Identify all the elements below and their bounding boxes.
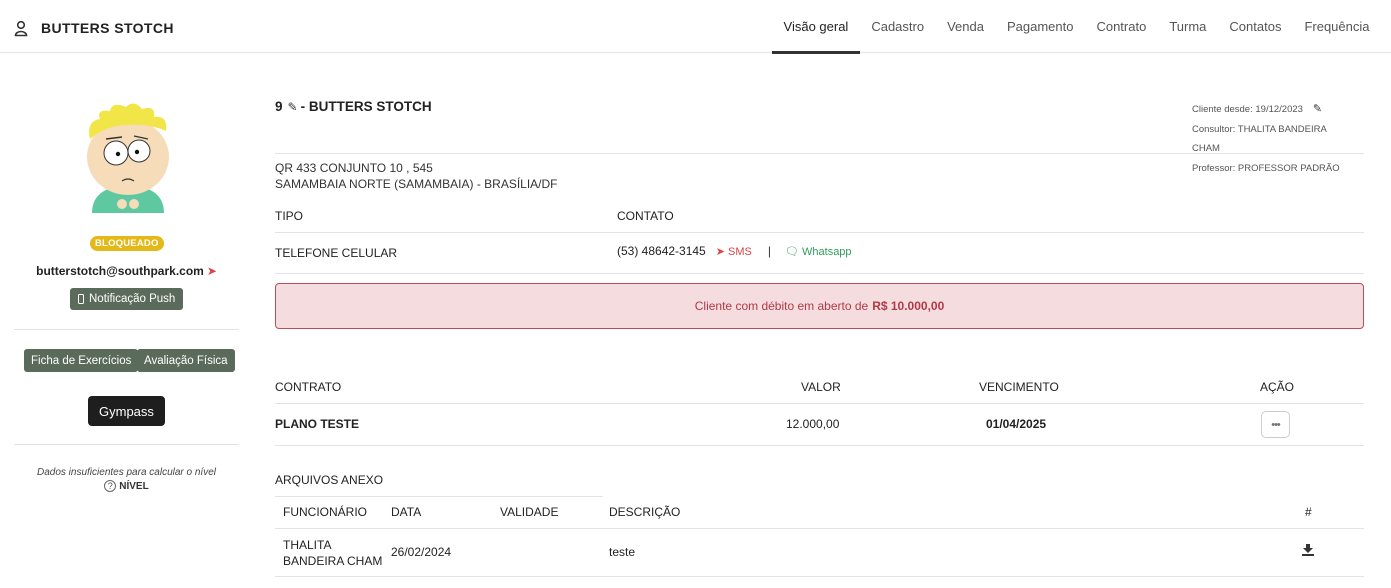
contact-header-type: TIPO [275, 209, 304, 223]
contact-type: TELEFONE CELULAR [275, 246, 398, 260]
attachment-header-hash: # [1305, 505, 1312, 519]
debt-alert: Cliente com débito em aberto de R$ 10.00… [275, 283, 1364, 329]
action-header: AÇÃO [1260, 380, 1295, 394]
address-line-1: QR 433 CONJUNTO 10 , 545 [275, 161, 433, 175]
whatsapp-label: Whatsapp [802, 245, 852, 258]
tab-contrato[interactable]: Contrato [1085, 0, 1158, 53]
contract-header: CONTRATO [275, 380, 342, 394]
divider [275, 496, 603, 497]
attachment-header-validity: VALIDADE [500, 505, 559, 519]
client-title: 9 ✎ - BUTTERS STOTCH [275, 99, 432, 114]
sms-link[interactable]: ➤ SMS [716, 245, 752, 258]
exercise-sheet-button[interactable]: Ficha de Exercícios [24, 349, 139, 372]
contact-value: (53) 48642-3145 ➤ SMS | 🗨︎ Whatsapp [617, 244, 852, 258]
client-since-row: Cliente desde: 19/12/2023 ✎ [1192, 100, 1340, 120]
tab-visao-geral[interactable]: Visão geral [772, 0, 860, 54]
avatar[interactable] [82, 101, 174, 219]
client-header: BUTTERS STOTCH [14, 19, 174, 37]
email-row: butterstotch@southpark.com ➤ [14, 264, 239, 278]
tab-turma[interactable]: Turma [1158, 0, 1218, 53]
tab-cadastro[interactable]: Cadastro [860, 0, 936, 53]
debt-amount: R$ 10.000,00 [872, 299, 945, 313]
sms-label: SMS [728, 245, 752, 258]
tab-pagamento[interactable]: Pagamento [995, 0, 1085, 53]
attachment-employee-line-2: BANDEIRA CHAM [283, 554, 383, 568]
client-sidebar: BLOQUEADO butterstotch@southpark.com ➤ No… [14, 53, 239, 588]
tab-venda[interactable]: Venda [936, 0, 996, 53]
attachments-title: ARQUIVOS ANEXO [275, 473, 384, 487]
contact-header-contact: CONTATO [617, 209, 674, 223]
contract-value: 12.000,00 [786, 417, 840, 431]
status-badge: BLOQUEADO [90, 236, 164, 251]
contract-name[interactable]: PLANO TESTE [275, 417, 359, 431]
send-email-icon[interactable]: ➤ [207, 264, 217, 278]
client-name-heading: BUTTERS STOTCH [41, 20, 174, 36]
client-meta: Cliente desde: 19/12/2023 ✎ Consultor: T… [1192, 100, 1340, 178]
divider [275, 273, 1364, 274]
tab-bar: Visão geral Cadastro Venda Pagamento Con… [772, 0, 1381, 54]
contract-due-date: 01/04/2025 [986, 417, 1047, 431]
client-email: butterstotch@southpark.com [36, 264, 204, 278]
separator: | [767, 244, 771, 258]
contract-actions-button[interactable]: ••• [1261, 411, 1290, 438]
debt-alert-text: Cliente com débito em aberto de [694, 299, 869, 313]
divider [14, 444, 239, 445]
edit-id-pencil-icon[interactable]: ✎ [288, 100, 298, 114]
push-notification-button[interactable]: Notificação Push [70, 288, 184, 310]
whatsapp-link[interactable]: 🗨︎ Whatsapp [785, 245, 852, 258]
mobile-phone-icon [78, 294, 84, 304]
tab-frequencia[interactable]: Frequência [1293, 0, 1381, 53]
attachment-header-description: DESCRIÇÃO [609, 505, 681, 519]
level-note: Dados insuficientes para calcular o níve… [37, 467, 216, 478]
attachment-employee: THALITA BANDEIRA CHAM [283, 537, 382, 569]
divider [275, 528, 1364, 529]
physical-assessment-button[interactable]: Avaliação Física [137, 349, 235, 372]
value-header: VALOR [801, 380, 841, 394]
divider [275, 445, 1364, 446]
user-icon [14, 20, 28, 37]
divider [14, 329, 239, 330]
attachment-header-employee: FUNCIONÁRIO [283, 505, 367, 519]
edit-since-pencil-icon[interactable]: ✎ [1313, 100, 1322, 120]
client-id: 9 [275, 99, 283, 114]
attachment-employee-line-1: THALITA [283, 538, 332, 552]
phone-number: (53) 48642-3145 [617, 244, 706, 258]
client-title-name: - BUTTERS STOTCH [300, 99, 432, 114]
top-bar: BUTTERS STOTCH Visão geral Cadastro Vend… [0, 0, 1391, 54]
overview-panel: 9 ✎ - BUTTERS STOTCH Cliente desde: 19/1… [275, 53, 1364, 588]
tab-contatos[interactable]: Contatos [1218, 0, 1293, 53]
professor: Professor: PROFESSOR PADRÃO [1192, 162, 1340, 174]
address-line-2: SAMAMBAIA NORTE (SAMAMBAIA) - BRASÍLIA/D… [275, 177, 558, 191]
download-icon[interactable] [1302, 544, 1314, 556]
level-row: ? NÍVEL [14, 480, 239, 492]
divider [275, 153, 1364, 154]
due-date-header: VENCIMENTO [979, 380, 1059, 394]
level-label: NÍVEL [119, 480, 149, 492]
client-since: Cliente desde: 19/12/2023 [1192, 104, 1303, 115]
divider [275, 576, 1364, 577]
attachment-description: teste [609, 545, 636, 559]
divider [275, 232, 1364, 233]
push-notification-label: Notificação Push [89, 293, 176, 305]
attachment-date: 26/02/2024 [391, 545, 452, 559]
question-icon[interactable]: ? [104, 480, 117, 492]
attachment-header-date: DATA [391, 505, 422, 519]
divider [275, 403, 1364, 404]
gympass-button[interactable]: Gympass [88, 396, 165, 426]
address: QR 433 CONJUNTO 10 , 545 SAMAMBAIA NORTE… [275, 160, 558, 192]
